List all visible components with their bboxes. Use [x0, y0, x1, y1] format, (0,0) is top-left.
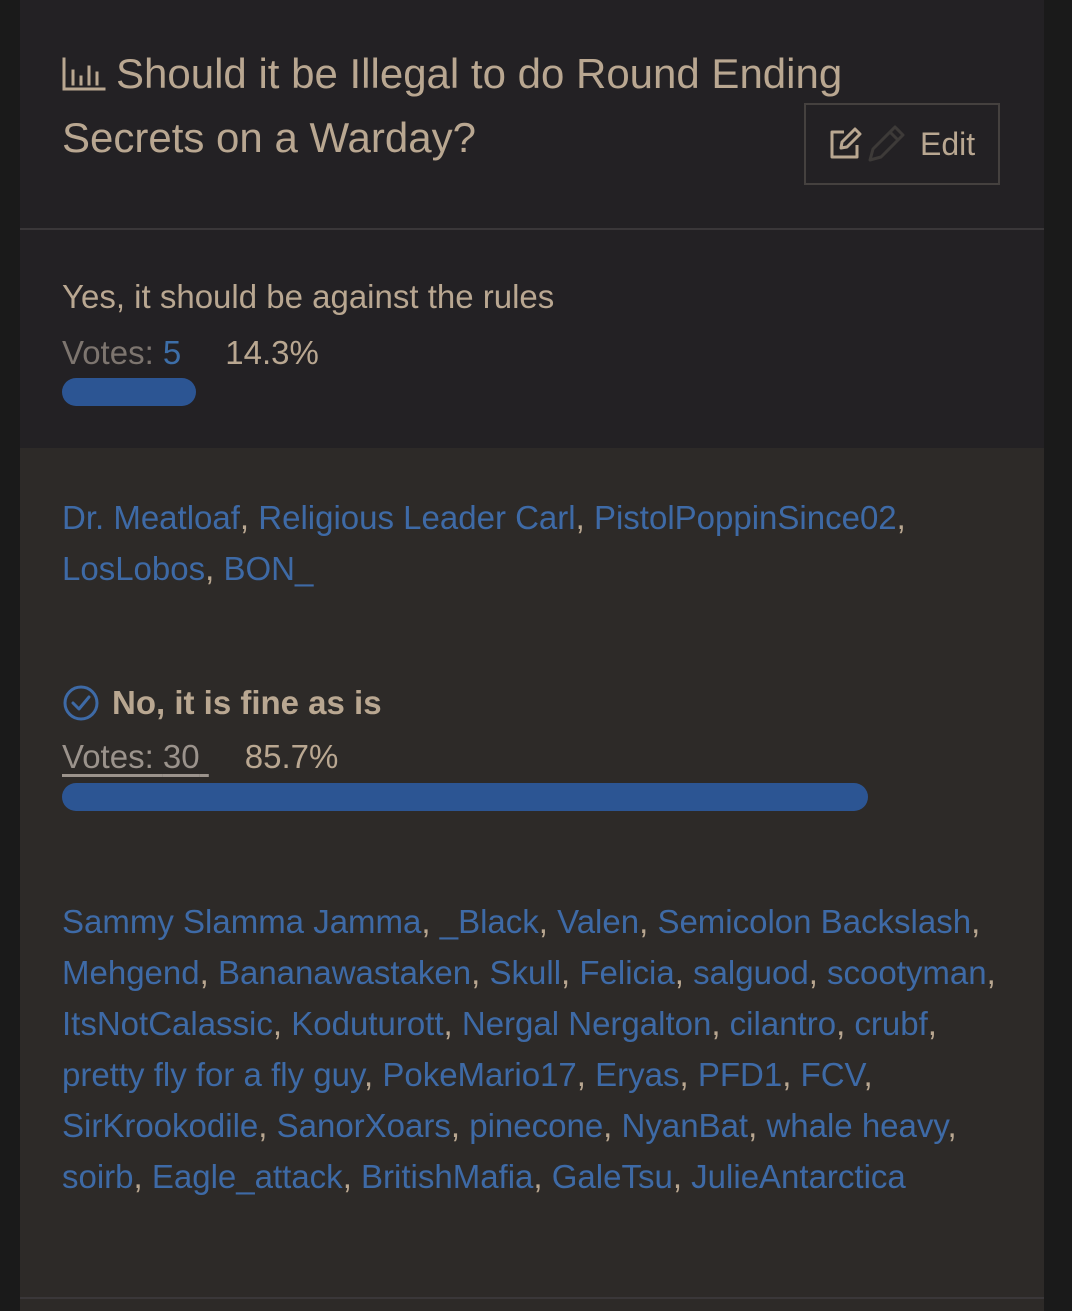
edit-label: Edit — [920, 125, 976, 162]
poll-title-text: Should it be Illegal to do Round Ending … — [62, 50, 843, 161]
voter-link[interactable]: NyanBat — [622, 1107, 749, 1144]
voter-link[interactable]: scootyman — [827, 954, 987, 991]
voter-link[interactable]: PokeMario17 — [382, 1056, 576, 1093]
voter-link[interactable]: JulieAntarctica — [691, 1158, 906, 1195]
voter-link[interactable]: Nergal Nergalton — [462, 1005, 711, 1042]
voters-list-yes: Dr. Meatloaf, Religious Leader Carl, Pis… — [62, 499, 906, 587]
vote-progress-bar — [62, 783, 868, 811]
voter-link[interactable]: BON_ — [223, 550, 313, 587]
option-label-text: No, it is fine as is — [112, 684, 382, 721]
check-circle-icon — [63, 685, 99, 721]
voter-link[interactable]: soirb — [62, 1158, 134, 1195]
voter-link[interactable]: crubf — [854, 1005, 927, 1042]
voter-link[interactable]: Mehgend — [62, 954, 200, 991]
votes-link[interactable]: Votes: 30 — [62, 738, 209, 775]
voter-link[interactable]: pinecone — [469, 1107, 603, 1144]
vote-percent: 14.3% — [225, 334, 319, 371]
voter-link[interactable]: Valen — [557, 903, 639, 940]
voter-link[interactable]: GaleTsu — [552, 1158, 673, 1195]
votes-row: Votes: 5 14.3% — [62, 334, 319, 372]
poll-title: Should it be Illegal to do Round Ending … — [62, 42, 902, 170]
voter-link[interactable]: Bananawastaken — [218, 954, 471, 991]
voter-link[interactable]: salguod — [693, 954, 809, 991]
voter-link[interactable]: FCV — [801, 1056, 864, 1093]
poll-header: Should it be Illegal to do Round Ending … — [20, 0, 1044, 230]
voter-link[interactable]: PFD1 — [698, 1056, 782, 1093]
voter-link[interactable]: PistolPoppinSince02 — [594, 499, 897, 536]
edit-button[interactable]: Edit — [804, 103, 1000, 185]
voter-link[interactable]: Eagle_attack — [152, 1158, 343, 1195]
votes-label: Votes: — [62, 334, 163, 371]
votes-row: Votes: 30 85.7% — [62, 738, 338, 776]
voter-link[interactable]: Semicolon Backslash — [657, 903, 971, 940]
bar-chart-icon — [62, 57, 106, 91]
votes-count[interactable]: 5 — [163, 334, 181, 371]
voter-link[interactable]: pretty fly for a fly guy — [62, 1056, 364, 1093]
poll-option-yes: Yes, it should be against the rules Vote… — [20, 230, 1044, 448]
voter-link[interactable]: Skull — [490, 954, 562, 991]
voter-link[interactable]: SirKrookodile — [62, 1107, 258, 1144]
voter-link[interactable]: SanorXoars — [277, 1107, 451, 1144]
voters-list-no: Sammy Slamma Jamma, _Black, Valen, Semic… — [62, 903, 996, 1195]
voter-link[interactable]: Dr. Meatloaf — [62, 499, 240, 536]
voter-link[interactable]: ItsNotCalassic — [62, 1005, 273, 1042]
voter-link[interactable]: BritishMafia — [361, 1158, 533, 1195]
voter-link[interactable]: Sammy Slamma Jamma — [62, 903, 421, 940]
vote-progress-bar — [62, 378, 196, 406]
voter-link[interactable]: Religious Leader Carl — [258, 499, 575, 536]
voter-link[interactable]: Koduturott — [291, 1005, 443, 1042]
pencil-icon — [868, 125, 905, 162]
option-label: Yes, it should be against the rules — [62, 278, 555, 315]
voter-link[interactable]: Felicia — [579, 954, 674, 991]
panel-divider — [20, 1297, 1044, 1299]
voter-link[interactable]: _Black — [440, 903, 539, 940]
voter-link[interactable]: cilantro — [730, 1005, 836, 1042]
option-label: No, it is fine as is — [62, 684, 382, 722]
voter-link[interactable]: whale heavy — [766, 1107, 947, 1144]
vote-percent: 85.7% — [244, 738, 339, 775]
voter-link[interactable]: LosLobos — [62, 550, 205, 587]
edit-icon — [830, 127, 862, 159]
voter-link[interactable]: Eryas — [595, 1056, 679, 1093]
poll-panel: Should it be Illegal to do Round Ending … — [20, 0, 1044, 1311]
